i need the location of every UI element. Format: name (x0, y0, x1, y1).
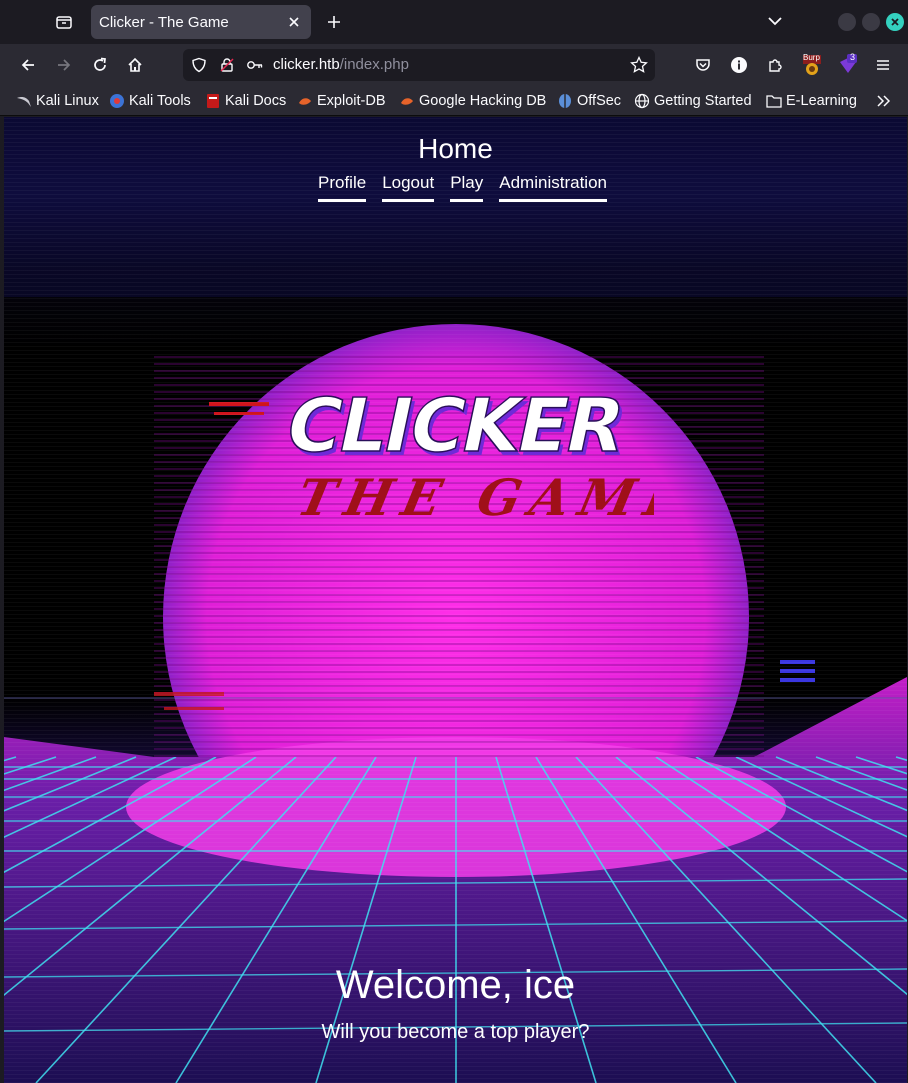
kali-docs-icon (205, 93, 221, 109)
navigation-toolbar: clicker.htb/index.php Burp 3 (0, 44, 908, 86)
tab-bar: Clicker - The Game (0, 0, 908, 44)
nav-link-play[interactable]: Play (450, 173, 484, 202)
url-text: clicker.htb/index.php (273, 56, 409, 73)
bookmark-kali-docs[interactable]: Kali Docs (205, 91, 286, 111)
address-bar[interactable]: clicker.htb/index.php (183, 49, 655, 81)
close-icon (891, 18, 899, 26)
site-nav: Profile Logout Play Administration (318, 173, 607, 202)
bookmark-label: E-Learning (786, 93, 857, 109)
burp-label: Burp (803, 53, 820, 62)
hamburger-menu-icon (877, 60, 889, 70)
offsec-icon (557, 93, 573, 109)
info-icon (731, 57, 747, 73)
reload-button[interactable] (86, 51, 114, 79)
welcome-heading: Welcome, ice (335, 963, 576, 1007)
nav-link-profile[interactable]: Profile (318, 173, 367, 202)
bookmarks-toolbar: Kali Linux Kali Tools Kali Docs Exploit-… (0, 86, 908, 116)
maximize-button[interactable] (862, 13, 880, 31)
bookmark-google-hacking-db[interactable]: Google Hacking DB (399, 91, 546, 111)
double-chevron-right-icon (877, 95, 891, 107)
puzzle-icon (769, 59, 782, 72)
extension-shield-icon (840, 54, 857, 73)
bookmark-label: Kali Tools (129, 93, 191, 109)
back-arrow-icon (21, 59, 34, 71)
ghdb-icon (399, 93, 415, 109)
logo-sub-text: THE GAME (292, 469, 654, 527)
minimize-button[interactable] (838, 13, 856, 31)
bookmark-getting-started[interactable]: Getting Started (634, 91, 752, 111)
bookmark-e-learning[interactable]: E-Learning (766, 91, 857, 111)
info-extension-button[interactable] (725, 51, 753, 79)
url-path: /index.php (339, 56, 409, 73)
kali-tools-icon (109, 93, 125, 109)
glitch-bar (780, 660, 815, 664)
tracking-protection-shield-icon[interactable] (189, 55, 209, 75)
window-close-button[interactable] (886, 13, 904, 31)
plus-icon (328, 16, 340, 28)
tab-list-button[interactable] (50, 8, 78, 36)
bookmark-star-icon[interactable] (629, 55, 649, 75)
bookmark-label: Kali Linux (36, 93, 99, 109)
app-menu-button[interactable] (869, 51, 897, 79)
extension-badge: 3 (850, 52, 856, 62)
bookmark-label: Exploit-DB (317, 93, 386, 109)
bookmark-label: Kali Docs (225, 93, 287, 109)
globe-icon (634, 93, 650, 109)
list-all-tabs-button[interactable] (764, 10, 786, 32)
key-permissions-icon[interactable] (245, 55, 265, 75)
back-button[interactable] (14, 51, 42, 79)
tab-list-icon (56, 16, 72, 29)
reload-icon (94, 57, 106, 71)
bookmark-exploit-db[interactable]: Exploit-DB (297, 91, 386, 111)
home-icon (128, 57, 142, 72)
forward-arrow-icon (58, 59, 71, 71)
glitch-bar (154, 692, 224, 696)
bookmark-kali-tools[interactable]: Kali Tools (109, 91, 191, 111)
new-tab-button[interactable] (322, 10, 346, 34)
synthwave-background (4, 117, 907, 1083)
active-tab[interactable]: Clicker - The Game (91, 5, 311, 39)
container-extension-button[interactable]: 3 (834, 51, 862, 79)
bookmark-label: Getting Started (654, 93, 752, 109)
glitch-bar (780, 669, 815, 673)
nav-link-logout[interactable]: Logout (382, 173, 435, 202)
clicker-logo: CLICKER CLICKER THE GAME (278, 382, 654, 527)
bookmark-label: OffSec (577, 93, 622, 109)
pocket-button[interactable] (689, 51, 717, 79)
bookmark-offsec[interactable]: OffSec (557, 91, 621, 111)
bookmark-label: Google Hacking DB (419, 93, 547, 109)
glitch-bar (780, 678, 815, 682)
tagline-text: Will you become a top player? (321, 1021, 590, 1043)
exploit-db-icon (297, 93, 313, 109)
page-viewport: CLICKER CLICKER THE GAME Home Profile Lo… (4, 117, 907, 1083)
burp-extension-button[interactable]: Burp (798, 51, 826, 79)
url-host: clicker.htb (273, 56, 340, 73)
bookmarks-overflow-button[interactable] (876, 91, 892, 111)
logo-main-text: CLICKER (278, 383, 632, 469)
horizon-glitch (4, 697, 907, 699)
chevron-down-icon (768, 17, 782, 26)
kali-dragon-icon (16, 93, 32, 109)
bookmark-kali-linux[interactable]: Kali Linux (16, 91, 99, 111)
close-icon (289, 17, 299, 27)
home-button[interactable] (121, 51, 149, 79)
glitch-bar (164, 707, 224, 710)
extensions-button[interactable] (761, 51, 789, 79)
tab-title: Clicker - The Game (99, 13, 229, 31)
pocket-icon (696, 59, 710, 71)
forward-button[interactable] (50, 51, 78, 79)
nav-link-administration[interactable]: Administration (499, 173, 607, 202)
insecure-lock-icon[interactable] (217, 55, 237, 75)
folder-icon (766, 93, 782, 109)
tab-close-button[interactable] (285, 13, 303, 31)
page-title: Home (418, 133, 493, 164)
